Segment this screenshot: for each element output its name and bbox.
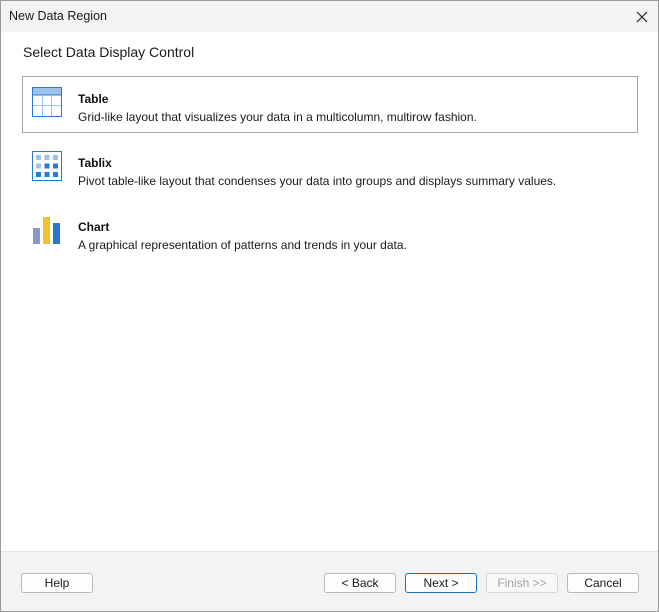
chart-icon [33, 217, 60, 244]
new-data-region-dialog: New Data Region Select Data Display Cont… [0, 0, 659, 612]
option-table-title: Table [78, 92, 109, 106]
help-button[interactable]: Help [21, 573, 93, 593]
page-heading: Select Data Display Control [23, 44, 195, 60]
close-button[interactable] [626, 1, 658, 32]
option-table-description: Grid-like layout that visualizes your da… [78, 110, 477, 124]
option-chart[interactable]: Chart A graphical representation of patt… [22, 204, 638, 261]
next-button[interactable]: Next > [405, 573, 477, 593]
window-title: New Data Region [9, 9, 107, 23]
finish-button[interactable]: Finish >> [486, 573, 558, 593]
tablix-icon [32, 151, 62, 181]
button-bar: Help < Back Next > Finish >> Cancel [1, 551, 658, 611]
cancel-button[interactable]: Cancel [567, 573, 639, 593]
option-tablix[interactable]: Tablix Pivot table-like layout that cond… [22, 140, 638, 197]
option-tablix-title: Tablix [78, 156, 112, 170]
option-tablix-description: Pivot table-like layout that condenses y… [78, 174, 557, 188]
title-bar: New Data Region [1, 1, 658, 32]
option-chart-title: Chart [78, 220, 110, 234]
data-display-control-list: Table Grid-like layout that visualizes y… [22, 76, 638, 268]
table-icon [32, 87, 62, 117]
option-chart-description: A graphical representation of patterns a… [78, 238, 407, 252]
option-table[interactable]: Table Grid-like layout that visualizes y… [22, 76, 638, 133]
close-icon [636, 11, 648, 22]
back-button[interactable]: < Back [324, 573, 396, 593]
